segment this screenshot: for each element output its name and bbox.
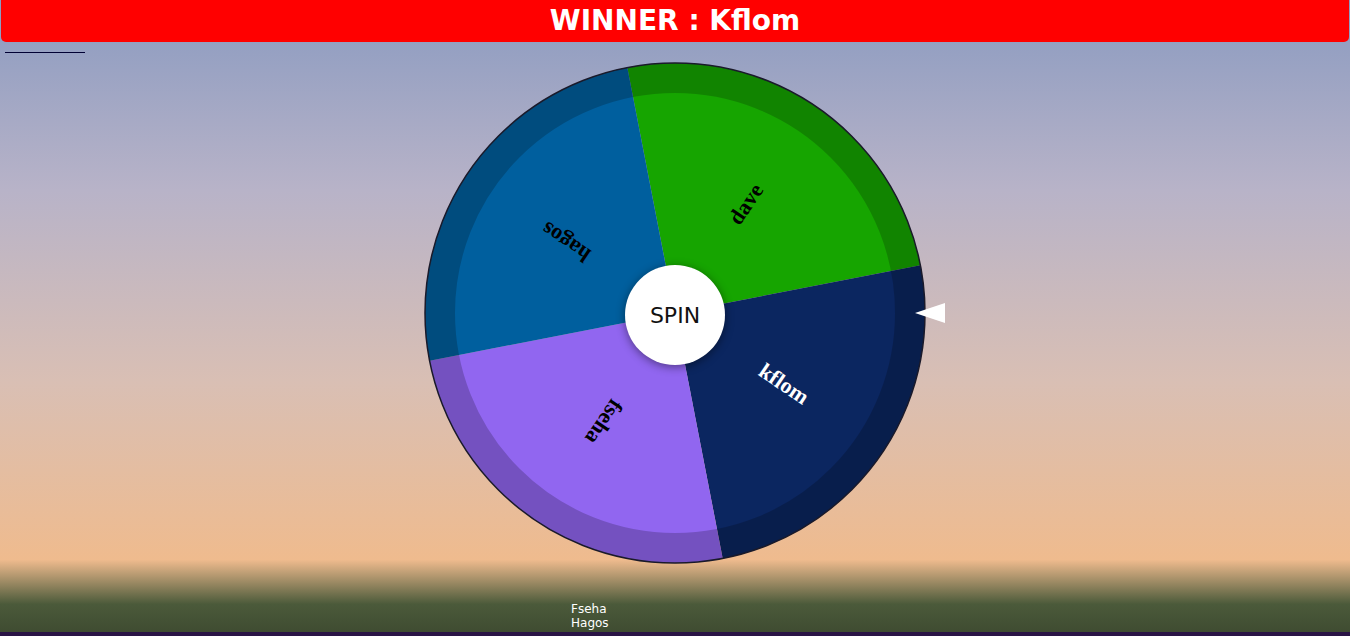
wheel-border <box>425 63 925 563</box>
empty-link[interactable] <box>5 42 85 53</box>
wheel-stage: dave kflom fseha hagos SPIN <box>415 53 935 573</box>
wheel-area: dave kflom fseha hagos SPIN <box>0 53 1350 573</box>
winner-bar: WINNER : Kflom <box>1 0 1349 42</box>
names-list: FsehaHagos <box>0 602 1350 630</box>
names-item: Fseha <box>571 602 1350 616</box>
page: WINNER : Kflom dave kflom fseha hagos SPIN Fse… <box>0 0 1350 636</box>
segment-label: kflom <box>754 358 814 409</box>
segment-label: hagos <box>536 217 595 268</box>
names-item: Hagos <box>571 616 1350 630</box>
bottom-strip <box>0 632 1350 636</box>
pointer-icon <box>915 303 945 323</box>
segment-label: fseha <box>580 395 628 450</box>
segment-label: dave <box>723 178 768 229</box>
wheel-rim <box>440 78 910 548</box>
top-link-row <box>0 42 1350 53</box>
winner-label: WINNER : Kflom <box>550 4 800 38</box>
spin-button[interactable]: SPIN <box>625 265 725 365</box>
